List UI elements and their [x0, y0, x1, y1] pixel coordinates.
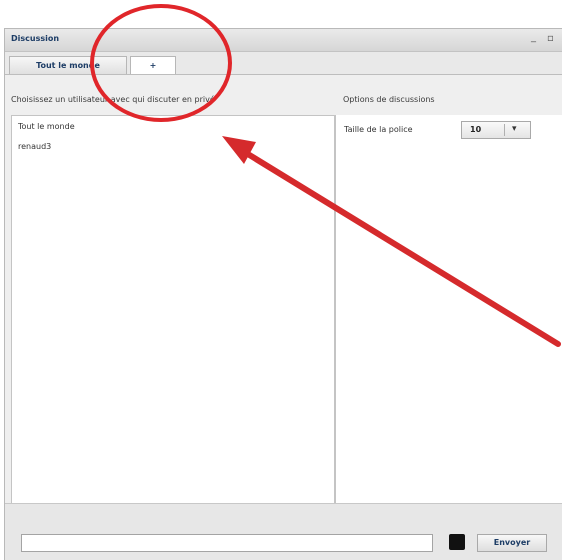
- tab-strip: Tout le monde +: [5, 52, 562, 75]
- font-size-label: Taille de la police: [344, 125, 413, 134]
- message-bar: Envoyer: [5, 503, 562, 560]
- color-swatch-icon[interactable]: [449, 534, 465, 550]
- list-item[interactable]: renaud3: [12, 136, 334, 156]
- options-panel: Taille de la police 10 ▾: [335, 115, 562, 503]
- select-divider: [504, 124, 505, 136]
- maximize-button[interactable]: ▫: [547, 33, 554, 44]
- send-button[interactable]: Envoyer: [477, 534, 547, 552]
- options-label: Options de discussions: [343, 95, 435, 104]
- chevron-down-icon: ▾: [512, 124, 517, 134]
- window-title: Discussion: [11, 34, 60, 43]
- annotation-circle: [90, 4, 232, 122]
- title-bar: Discussion _ ▫: [5, 29, 562, 52]
- user-list: Tout le monde renaud3: [11, 115, 335, 505]
- discussion-window: Discussion _ ▫ Tout le monde + Choisisse…: [4, 28, 562, 560]
- font-size-select[interactable]: 10 ▾: [461, 121, 531, 139]
- discussion-content: Choisissez un utilisateur avec qui discu…: [5, 75, 562, 560]
- message-input[interactable]: [21, 534, 433, 552]
- font-size-value: 10: [470, 125, 482, 134]
- minimize-button[interactable]: _: [531, 32, 536, 43]
